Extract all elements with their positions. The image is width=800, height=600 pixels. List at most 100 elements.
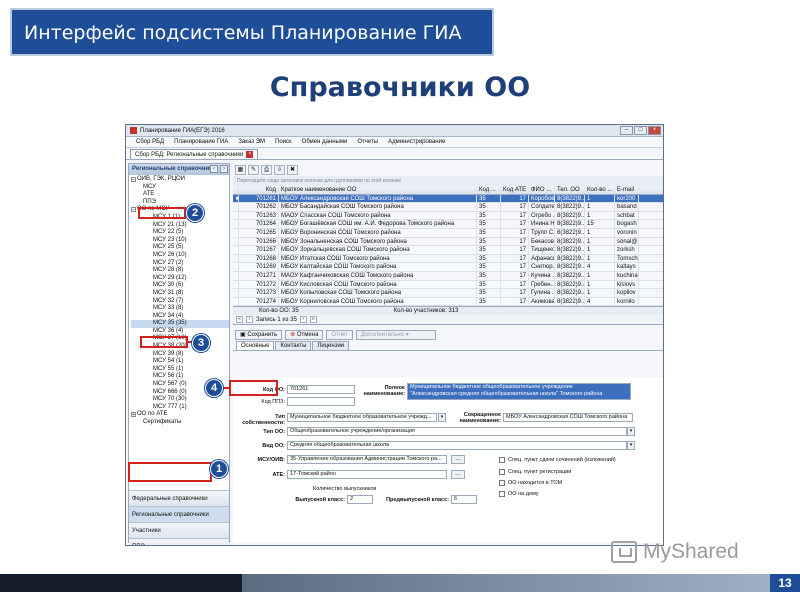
- owner-dropdown-icon[interactable]: ▾: [438, 413, 446, 422]
- kind-field[interactable]: Средняя общеобразовательная школа: [287, 441, 627, 450]
- table-row[interactable]: ►701261МБОУ Александровская СОШ Томского…: [233, 194, 663, 204]
- tree-node[interactable]: МСУ 55 (1): [131, 366, 229, 374]
- nav-item[interactable]: Федеральные справочники: [129, 490, 229, 506]
- tree-node[interactable]: Сертификаты: [131, 419, 229, 427]
- table-row[interactable]: 701263 МАОУ Спасская СОШ Томского района 3…: [233, 211, 663, 221]
- print-icon[interactable]: ⎙: [261, 164, 272, 175]
- extra-dropdown[interactable]: Дополнительно ▾: [355, 329, 436, 340]
- minimize-icon[interactable]: –: [620, 126, 633, 135]
- collapse-left-icon[interactable]: ‹: [210, 165, 218, 173]
- table-row[interactable]: 701262 МБОУ Басандайская СОШ Томского рай…: [233, 203, 663, 212]
- menu-item-admin[interactable]: Администрирование: [388, 139, 445, 145]
- maximize-icon[interactable]: □: [634, 126, 647, 135]
- table-row[interactable]: 701268 МБОУ Итатская СОШ Томского района 3…: [233, 254, 663, 264]
- table-row[interactable]: 701269 МБОУ Калтайская СОШ Томского район…: [233, 263, 663, 272]
- table-row[interactable]: 701274 МБОУ Корниловская СОШ Томского рай…: [233, 297, 663, 307]
- tree-node[interactable]: МСУ 36 (4): [131, 328, 229, 336]
- tree-expander-icon[interactable]: −: [131, 207, 136, 213]
- tree-node[interactable]: МСУ 22 (5): [131, 229, 229, 237]
- tree-node[interactable]: МСУ 28 (8): [131, 267, 229, 275]
- menu-item-reports[interactable]: Отчеты: [357, 139, 378, 145]
- tree-node[interactable]: ППЭ: [131, 199, 229, 207]
- edit-icon[interactable]: ✎: [248, 164, 259, 175]
- ate-field[interactable]: 17-Томский район: [287, 470, 447, 479]
- checkbox-essay-point[interactable]: Спец. пункт сдачи сочинений (изложений): [499, 457, 616, 463]
- tree-node[interactable]: МСУ 54 (1): [131, 358, 229, 366]
- tree-node[interactable]: АТЕ: [131, 191, 229, 199]
- last-page-icon[interactable]: »: [309, 316, 317, 324]
- menu-item-planning[interactable]: Планирование ГИА: [174, 139, 228, 145]
- tree-node[interactable]: МСУ 30 (6): [131, 282, 229, 290]
- tab-contacts[interactable]: Контакты: [275, 341, 312, 351]
- tab-main[interactable]: Основные: [236, 341, 275, 351]
- tree-node[interactable]: МСУ 31 (8): [131, 290, 229, 298]
- short-field[interactable]: МБОУ Александровская СОШ Томского района: [503, 413, 633, 422]
- tree-expander-icon[interactable]: −: [131, 177, 136, 183]
- save-button[interactable]: ▣ Сохранить: [235, 329, 283, 340]
- column-header[interactable]: Код ...: [477, 186, 501, 194]
- tree-node[interactable]: МСУ 32 (7): [131, 298, 229, 306]
- column-header[interactable]: Краткое наименование ОО: [279, 186, 477, 194]
- delete-icon[interactable]: ✖: [287, 164, 298, 175]
- tree-node[interactable]: МСУ 26 (10): [131, 252, 229, 260]
- column-header[interactable]: Код АТЕ: [501, 186, 529, 194]
- fullname-field[interactable]: Муниципальное бюджетное общеобразователь…: [407, 383, 631, 400]
- tree-expander-icon[interactable]: +: [131, 412, 136, 418]
- close-icon[interactable]: ×: [648, 126, 661, 135]
- table-row[interactable]: 701266 МБОУ Зональненская СОШ Томского ра…: [233, 237, 663, 247]
- menu-item-exchange[interactable]: Обмен данными: [302, 139, 348, 145]
- grid-icon[interactable]: ▦: [235, 164, 246, 175]
- cancel-button[interactable]: ⊗ Отмена: [285, 329, 324, 340]
- prev-page-icon[interactable]: ‹: [246, 316, 253, 324]
- tree-node[interactable]: − ОИВ, ГЭК, РЦОИ: [131, 176, 229, 184]
- table-row[interactable]: 701267 МБОУ Зоркальцевская СОШ Томского р…: [233, 246, 663, 255]
- tree-node[interactable]: МСУ 39 (8): [131, 351, 229, 359]
- ate-lookup-button[interactable]: …: [451, 470, 465, 479]
- doc-tab-regional[interactable]: Сбор РБД: Региональные справочники ×: [130, 149, 259, 159]
- report-button[interactable]: Отчет: [326, 329, 353, 340]
- export-icon[interactable]: ⇩: [274, 164, 285, 175]
- tree-node[interactable]: МСУ: [131, 184, 229, 192]
- column-header[interactable]: Кол-во ...: [585, 186, 615, 194]
- checkbox-home[interactable]: ОО на дому: [499, 491, 539, 497]
- type-dropdown-icon[interactable]: ▾: [627, 427, 635, 436]
- tree-node[interactable]: + ОО по АТЕ: [131, 411, 229, 419]
- expand-right-icon[interactable]: ›: [220, 165, 228, 173]
- table-row[interactable]: 701264 МБОУ Богашёвская СОШ им. А.И. Федо…: [233, 220, 663, 229]
- table-row[interactable]: 701272 МБОУ Кисловская СОШ Томского район…: [233, 280, 663, 290]
- type-field[interactable]: Общеобразовательное учреждение/организац…: [287, 427, 627, 436]
- ppz-field[interactable]: [287, 397, 355, 406]
- table-row[interactable]: 701273 МБОУ Копыловская СОШ Томского райо…: [233, 289, 663, 298]
- tree-node[interactable]: МСУ 34 (4): [131, 313, 229, 321]
- menu-item-order[interactable]: Заказ ЭМ: [238, 139, 265, 145]
- nav-item[interactable]: Региональные справочники: [129, 506, 229, 522]
- tree-node[interactable]: МСУ 27 (2): [131, 260, 229, 268]
- column-header[interactable]: E-mail: [615, 186, 639, 194]
- menu-item-rbd[interactable]: Сбор РБД: [136, 139, 164, 145]
- checkbox-registration-point[interactable]: Спец. пункт регистрации: [499, 469, 571, 475]
- column-header[interactable]: Тел. ОО: [555, 186, 585, 194]
- table-row[interactable]: 701271 МАОУ Кафтанчиковская СОШ Томского …: [233, 271, 663, 281]
- nav-item[interactable]: Участники: [129, 522, 229, 538]
- table-row[interactable]: 701265 МБОУ Воронинская СОШ Томского райо…: [233, 228, 663, 238]
- owner-field[interactable]: Муниципальное бюджетное образовательное …: [287, 413, 437, 422]
- tree-node[interactable]: МСУ 25 (5): [131, 244, 229, 252]
- pregrad-field[interactable]: 6: [451, 495, 477, 504]
- msu-lookup-button[interactable]: …: [451, 455, 465, 464]
- tree-node[interactable]: МСУ 29 (12): [131, 275, 229, 283]
- grad-field[interactable]: 2: [347, 495, 373, 504]
- tree-node[interactable]: МСУ 35 (35): [131, 320, 229, 328]
- code-field[interactable]: 701261: [287, 385, 355, 394]
- column-header[interactable]: Код: [239, 186, 279, 194]
- tree-node[interactable]: МСУ 23 (10): [131, 237, 229, 245]
- next-page-icon[interactable]: ›: [299, 316, 307, 324]
- column-header[interactable]: ФИО ...: [529, 186, 555, 194]
- nav-item[interactable]: ППЭ: [129, 538, 229, 545]
- tab-licenses[interactable]: Лицензии: [312, 341, 350, 351]
- tree-node[interactable]: МСУ 33 (8): [131, 305, 229, 313]
- kind-dropdown-icon[interactable]: ▾: [627, 441, 635, 450]
- menu-item-search[interactable]: Поиск: [275, 139, 292, 145]
- tree-node[interactable]: МСУ 21 (13): [131, 222, 229, 230]
- tab-close-icon[interactable]: ×: [246, 151, 254, 158]
- checkbox-tom[interactable]: ОО находится в ТОМ: [499, 480, 562, 486]
